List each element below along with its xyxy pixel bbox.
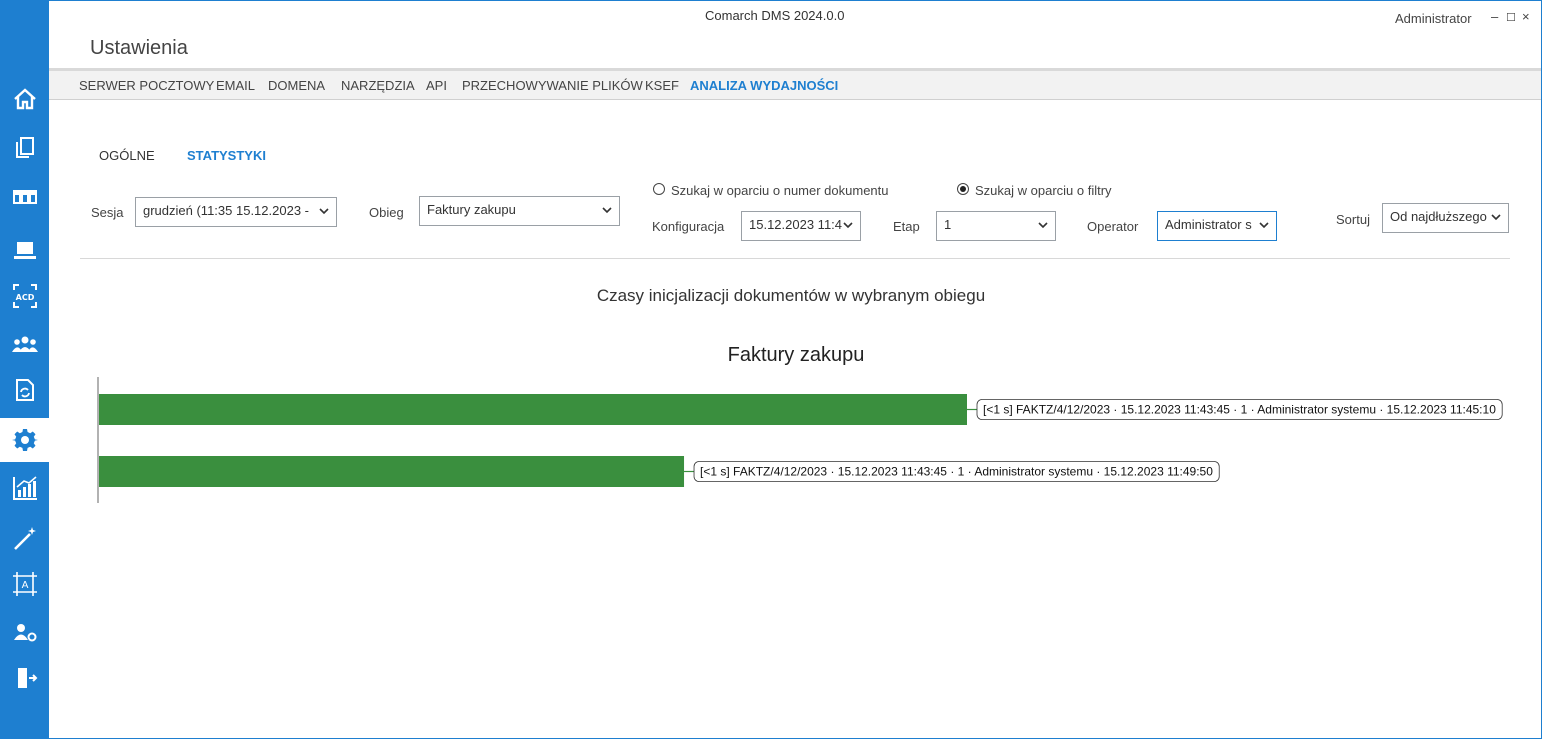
bar-data-label: [<1 s] FAKTZ/4/12/2023 · 15.12.2023 11:4… [983,403,1496,417]
bar-data-label: [<1 s] FAKTZ/4/12/2023 · 15.12.2023 11:4… [700,465,1213,479]
chart-bar[interactable] [99,456,685,487]
chart: [<1 s] FAKTZ/4/12/2023 · 15.12.2023 11:4… [97,377,1503,503]
chart-bar[interactable] [99,394,967,425]
